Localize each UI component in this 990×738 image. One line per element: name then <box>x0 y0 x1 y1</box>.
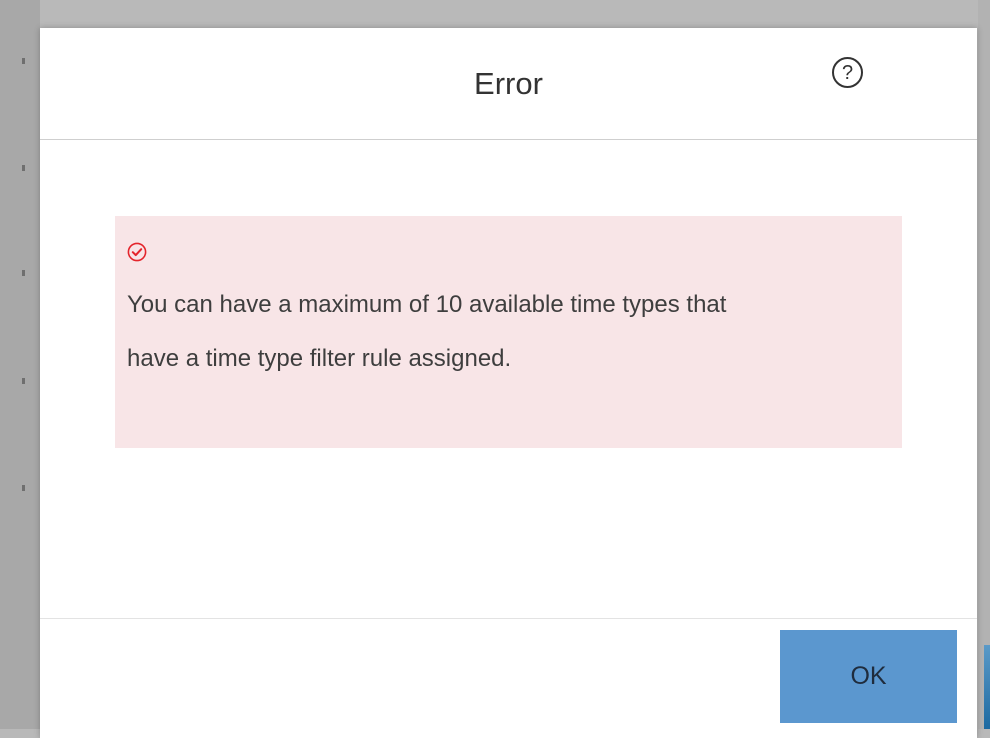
backdrop-tick <box>22 485 25 491</box>
page-backdrop-right <box>978 0 990 729</box>
dialog-header: Error ? <box>40 28 977 140</box>
backdrop-tick <box>22 165 25 171</box>
question-circle-icon: ? <box>841 61 854 84</box>
backdrop-tick <box>22 58 25 64</box>
backdrop-tick <box>22 270 25 276</box>
help-button[interactable]: ? <box>832 57 863 88</box>
backdrop-accent <box>984 645 990 729</box>
dialog-footer: OK <box>40 618 977 738</box>
check-circle-icon <box>127 242 147 262</box>
backdrop-tick <box>22 378 25 384</box>
error-dialog: Error ? You can have a maximum of 10 ava… <box>40 28 977 738</box>
page-backdrop-left <box>0 0 40 729</box>
error-message: You can have a maximum of 10 available t… <box>127 291 727 372</box>
ok-button[interactable]: OK <box>780 630 957 723</box>
error-alert-box: You can have a maximum of 10 available t… <box>115 216 902 448</box>
